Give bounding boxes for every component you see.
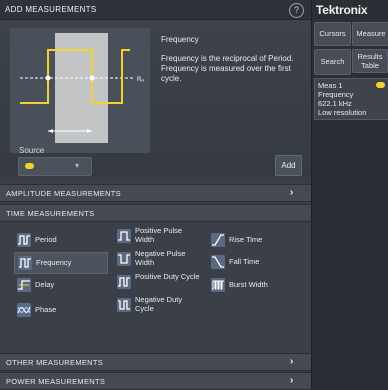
chevron-right-icon: ›	[290, 375, 294, 386]
measurement-burst-width[interactable]: Burst Width	[208, 275, 298, 295]
measurement-label: Delay	[35, 280, 55, 289]
search-button[interactable]: Search	[314, 49, 351, 75]
panel-title: ADD MEASUREMENTS	[5, 5, 97, 14]
section-label: OTHER MEASUREMENTS	[6, 358, 104, 367]
badge-type: Frequency	[318, 90, 354, 99]
fall-time-icon	[211, 255, 225, 269]
source-label: Source	[19, 146, 45, 155]
meas-1-badge[interactable]: Meas 1 Frequency 622.1 kHz Low resolutio…	[314, 78, 388, 120]
help-icon[interactable]: ?	[289, 3, 304, 18]
crossing-marker-1	[45, 75, 51, 81]
frequency-waveform-diagram: Rₐ	[20, 33, 144, 143]
measurement-negative-duty-cycle[interactable]: Negative Duty Cycle	[114, 295, 202, 315]
measurement-label: Negative Pulse Width	[135, 249, 186, 267]
measurement-label: Positive Duty Cycle	[135, 272, 200, 281]
period-arrow-left	[48, 129, 53, 133]
measurement-positive-pulse-width[interactable]: Positive Pulse Width	[114, 226, 202, 246]
time-measurements-list: Period Frequency Delay Phase Positive Pu…	[0, 222, 311, 352]
chevron-down-icon: ▾	[75, 161, 80, 170]
add-button[interactable]: Add	[275, 155, 302, 176]
tektronix-logo: Tektronix	[316, 3, 368, 17]
frequency-diagram: Rₐ	[10, 28, 150, 153]
section-label: POWER MEASUREMENTS	[6, 377, 106, 386]
delay-icon	[17, 278, 31, 292]
crossing-marker-2	[89, 75, 95, 81]
badge-value: 622.1 kHz	[318, 99, 352, 108]
measurement-delay[interactable]: Delay	[14, 275, 106, 295]
section-label: TIME MEASUREMENTS	[6, 209, 95, 218]
measurement-label: Phase	[35, 305, 57, 314]
badge-name: Meas 1	[318, 81, 343, 90]
results-table-button[interactable]: Results Table	[352, 49, 388, 73]
measurement-label: Burst Width	[229, 280, 268, 289]
period-icon	[17, 233, 31, 247]
panel-header: ADD MEASUREMENTS ?	[0, 0, 311, 20]
section-other-measurements[interactable]: OTHER MEASUREMENTS ›	[0, 353, 311, 371]
measurement-description: Frequency is the reciprocal of Period. F…	[161, 54, 294, 83]
chevron-right-icon: ›	[290, 187, 294, 198]
section-amplitude-measurements[interactable]: AMPLITUDE MEASUREMENTS ›	[0, 184, 311, 202]
positive-duty-cycle-icon	[117, 275, 131, 289]
measurement-period[interactable]: Period	[14, 230, 106, 250]
measurement-label: Frequency	[36, 258, 72, 267]
reference-level-label: Rₐ	[137, 77, 144, 83]
measurement-label: Rise Time	[229, 235, 263, 244]
measurement-rise-time[interactable]: Rise Time	[208, 230, 298, 250]
measure-button[interactable]: Measure	[352, 22, 388, 46]
chevron-right-icon: ›	[290, 356, 294, 367]
add-measurements-panel: ADD MEASUREMENTS ? Rₐ Frequency Frequenc…	[0, 0, 312, 390]
measurement-label: Positive Pulse Width	[135, 226, 183, 244]
phase-icon	[17, 303, 31, 317]
source-dropdown[interactable]: ▾	[18, 157, 92, 176]
measurement-negative-pulse-width[interactable]: Negative Pulse Width	[114, 249, 202, 269]
measurement-label: Period	[35, 235, 57, 244]
measurement-label: Fall Time	[229, 257, 260, 266]
section-power-measurements[interactable]: POWER MEASUREMENTS ›	[0, 372, 311, 390]
measurement-phase[interactable]: Phase	[14, 300, 106, 320]
section-time-measurements[interactable]: TIME MEASUREMENTS	[0, 204, 311, 222]
measurement-label: Negative Duty Cycle	[135, 295, 183, 313]
channel-1-indicator	[376, 82, 385, 88]
measurement-frequency[interactable]: Frequency	[14, 252, 108, 274]
measurement-title: Frequency	[161, 35, 199, 44]
badge-note: Low resolution	[318, 108, 367, 117]
measurement-positive-duty-cycle[interactable]: Positive Duty Cycle	[114, 272, 202, 292]
measurement-fall-time[interactable]: Fall Time	[208, 252, 298, 272]
section-label: AMPLITUDE MEASUREMENTS	[6, 189, 121, 198]
negative-pulse-width-icon	[117, 252, 131, 266]
burst-width-icon	[211, 278, 225, 292]
channel-1-chip	[25, 163, 34, 169]
rise-time-icon	[211, 233, 225, 247]
positive-pulse-width-icon	[117, 229, 131, 243]
negative-duty-cycle-icon	[117, 298, 131, 312]
frequency-icon	[18, 256, 32, 270]
cursors-button[interactable]: Cursors	[314, 22, 351, 46]
